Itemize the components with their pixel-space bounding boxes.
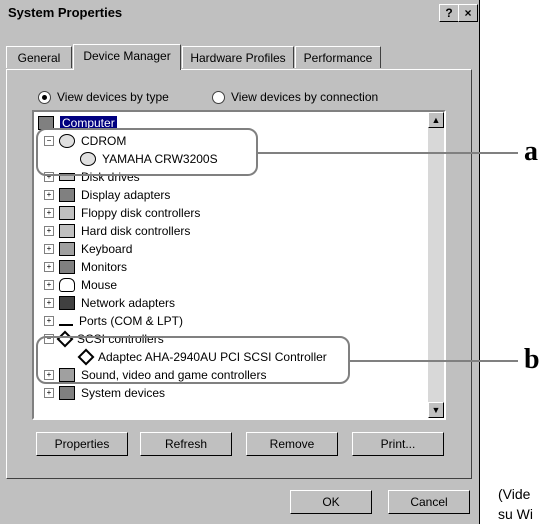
port-icon [59, 316, 73, 326]
display-adapter-icon [59, 188, 75, 202]
tab-general[interactable]: General [6, 46, 72, 68]
tree-item-hard-disk[interactable]: + Hard disk controllers [44, 222, 190, 240]
expand-icon[interactable]: + [44, 388, 54, 398]
tree-item-keyboard[interactable]: + Keyboard [44, 240, 132, 258]
tree-item-label: Hard disk controllers [81, 224, 191, 238]
tree-item-label: Mouse [81, 278, 118, 292]
radio-selected-indicator [38, 90, 51, 104]
expand-icon[interactable]: + [44, 298, 54, 308]
system-properties-window: System Properties ? × General Device Man… [0, 0, 480, 524]
scsi-highlight [36, 336, 350, 384]
expand-icon[interactable]: + [44, 208, 54, 218]
scroll-up-icon[interactable]: ▲ [428, 112, 444, 128]
radio-by-type-label: View devices by type [57, 90, 169, 104]
tab-hardware-profiles[interactable]: Hardware Profiles [182, 46, 294, 68]
radio-unselected-indicator [212, 90, 225, 104]
scroll-down-icon[interactable]: ▼ [428, 402, 444, 418]
cdrom-highlight [36, 128, 258, 176]
tree-item-system[interactable]: + System devices [44, 384, 165, 402]
properties-button[interactable]: Properties [36, 432, 128, 456]
expand-icon[interactable]: + [44, 226, 54, 236]
side-caption-line2: su Wi [498, 506, 533, 522]
tree-item-mouse[interactable]: + Mouse [44, 276, 117, 294]
system-device-icon [59, 386, 75, 400]
tree-item-label: Ports (COM & LPT) [79, 314, 184, 328]
expand-icon[interactable]: + [44, 244, 54, 254]
hard-disk-controller-icon [59, 224, 75, 238]
help-button[interactable]: ? [439, 4, 459, 22]
radio-by-connection[interactable]: View devices by connection [212, 90, 378, 104]
expand-icon[interactable]: + [44, 316, 54, 326]
window-title: System Properties [8, 5, 123, 20]
side-caption-line1: (Vide [498, 486, 531, 502]
expand-icon[interactable]: + [44, 262, 54, 272]
mouse-icon [59, 278, 75, 292]
callout-line-a [258, 152, 518, 154]
callout-line-b [350, 360, 518, 362]
tree-item-label: Monitors [81, 260, 128, 274]
tree-item-label: Display adapters [81, 188, 171, 202]
remove-button[interactable]: Remove [246, 432, 338, 456]
callout-label-b: b [524, 344, 540, 375]
tree-item-ports[interactable]: + Ports (COM & LPT) [44, 312, 183, 330]
tab-device-manager[interactable]: Device Manager [73, 44, 181, 70]
refresh-button[interactable]: Refresh [140, 432, 232, 456]
floppy-controller-icon [59, 206, 75, 220]
title-bar: System Properties ? × [2, 2, 478, 24]
tree-item-label: Network adapters [81, 296, 176, 310]
tree-item-label: System devices [81, 386, 166, 400]
ok-button[interactable]: OK [290, 490, 372, 514]
radio-by-connection-label: View devices by connection [231, 90, 379, 104]
tree-item-monitors[interactable]: + Monitors [44, 258, 127, 276]
radio-by-type[interactable]: View devices by type [38, 90, 169, 104]
callout-label-a: a [524, 136, 538, 167]
monitor-icon [59, 260, 75, 274]
tree-item-label: Keyboard [81, 242, 133, 256]
close-button[interactable]: × [458, 4, 478, 22]
cancel-button[interactable]: Cancel [388, 490, 470, 514]
keyboard-icon [59, 242, 75, 256]
print-button[interactable]: Print... [352, 432, 444, 456]
tree-item-label: Floppy disk controllers [81, 206, 201, 220]
tree-scrollbar[interactable]: ▲ ▼ [428, 112, 444, 418]
tree-item-display-adapters[interactable]: + Display adapters [44, 186, 170, 204]
tree-item-network[interactable]: + Network adapters [44, 294, 175, 312]
expand-icon[interactable]: + [44, 280, 54, 290]
tree-item-floppy[interactable]: + Floppy disk controllers [44, 204, 200, 222]
tab-performance[interactable]: Performance [295, 46, 381, 68]
expand-icon[interactable]: + [44, 190, 54, 200]
network-adapter-icon [59, 296, 75, 310]
